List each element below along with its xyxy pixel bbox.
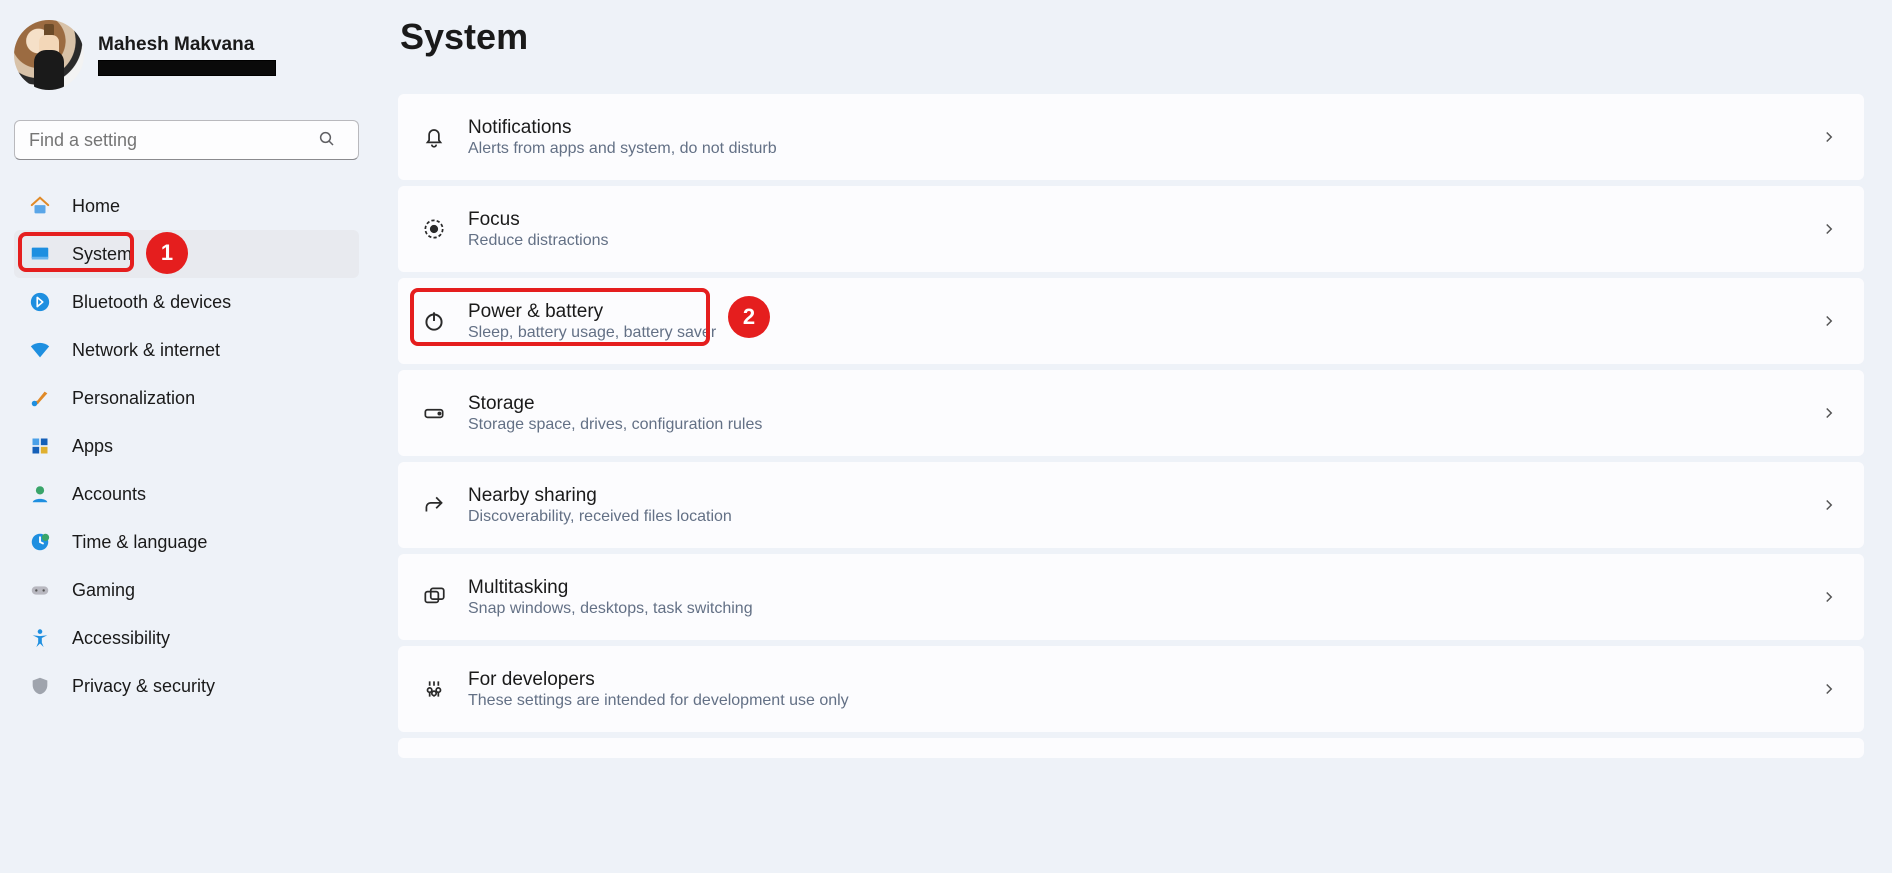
- card-focus[interactable]: Focus Reduce distractions: [398, 186, 1864, 272]
- card-subtitle: These settings are intended for developm…: [468, 692, 1820, 710]
- card-subtitle: Snap windows, desktops, task switching: [468, 600, 1820, 618]
- card-title: Nearby sharing: [468, 484, 1820, 508]
- focus-icon: [418, 213, 450, 245]
- page-title: System: [400, 16, 1864, 58]
- profile-name: Mahesh Makvana: [98, 34, 276, 56]
- bluetooth-icon: [28, 290, 52, 314]
- sidebar-item-network[interactable]: Network & internet: [14, 326, 366, 374]
- annotation-badge-1: 1: [146, 232, 188, 274]
- sidebar-item-label: Home: [72, 196, 120, 217]
- card-nearby-sharing[interactable]: Nearby sharing Discoverability, received…: [398, 462, 1864, 548]
- sidebar-item-accessibility[interactable]: Accessibility: [14, 614, 366, 662]
- brush-icon: [28, 386, 52, 410]
- wifi-icon: [28, 338, 52, 362]
- sidebar-item-personalization[interactable]: Personalization: [14, 374, 366, 422]
- sidebar-item-accounts[interactable]: Accounts: [14, 470, 366, 518]
- card-for-developers[interactable]: For developers These settings are intend…: [398, 646, 1864, 732]
- sidebar-item-label: Accounts: [72, 484, 146, 505]
- card-title: Storage: [468, 392, 1820, 416]
- share-icon: [418, 489, 450, 521]
- card-subtitle: Alerts from apps and system, do not dist…: [468, 140, 1820, 158]
- clock-globe-icon: [28, 530, 52, 554]
- search-input[interactable]: [14, 120, 359, 160]
- sidebar-item-label: Time & language: [72, 532, 207, 553]
- sidebar: Mahesh Makvana Home System Bluetooth &: [0, 0, 380, 873]
- sidebar-item-label: Privacy & security: [72, 676, 215, 697]
- card-title: Focus: [468, 208, 1820, 232]
- sidebar-item-apps[interactable]: Apps: [14, 422, 366, 470]
- profile-block[interactable]: Mahesh Makvana: [14, 14, 366, 102]
- card-title: Multitasking: [468, 576, 1820, 600]
- storage-icon: [418, 397, 450, 429]
- card-storage[interactable]: Storage Storage space, drives, configura…: [398, 370, 1864, 456]
- gamepad-icon: [28, 578, 52, 602]
- sidebar-item-privacy[interactable]: Privacy & security: [14, 662, 366, 710]
- chevron-right-icon: [1820, 588, 1838, 606]
- card-notifications[interactable]: Notifications Alerts from apps and syste…: [398, 94, 1864, 180]
- sidebar-item-label: Bluetooth & devices: [72, 292, 231, 313]
- annotation-badge-2: 2: [728, 296, 770, 338]
- avatar: [14, 20, 84, 90]
- card-subtitle: Discoverability, received files location: [468, 508, 1820, 526]
- card-subtitle: Reduce distractions: [468, 232, 1820, 250]
- annotation-box-1: [18, 232, 134, 272]
- apps-icon: [28, 434, 52, 458]
- sidebar-item-label: Apps: [72, 436, 113, 457]
- bell-icon: [418, 121, 450, 153]
- sidebar-item-label: Network & internet: [72, 340, 220, 361]
- main-content: System Notifications Alerts from apps an…: [380, 0, 1892, 873]
- card-title: For developers: [468, 668, 1820, 692]
- chevron-right-icon: [1820, 312, 1838, 330]
- card-title: Notifications: [468, 116, 1820, 140]
- sidebar-item-gaming[interactable]: Gaming: [14, 566, 366, 614]
- chevron-right-icon: [1820, 220, 1838, 238]
- shield-icon: [28, 674, 52, 698]
- card-subtitle: Storage space, drives, configuration rul…: [468, 416, 1820, 434]
- sidebar-item-label: Accessibility: [72, 628, 170, 649]
- search-wrap: [14, 120, 366, 160]
- multitask-icon: [418, 581, 450, 613]
- sidebar-item-bluetooth[interactable]: Bluetooth & devices: [14, 278, 366, 326]
- profile-email-redacted: [98, 60, 276, 76]
- chevron-right-icon: [1820, 404, 1838, 422]
- annotation-box-2: [410, 288, 710, 346]
- person-icon: [28, 482, 52, 506]
- chevron-right-icon: [1820, 496, 1838, 514]
- sidebar-item-time-language[interactable]: Time & language: [14, 518, 366, 566]
- card-multitasking[interactable]: Multitasking Snap windows, desktops, tas…: [398, 554, 1864, 640]
- sidebar-item-home[interactable]: Home: [14, 182, 366, 230]
- sidebar-item-label: Personalization: [72, 388, 195, 409]
- home-icon: [28, 194, 52, 218]
- chevron-right-icon: [1820, 128, 1838, 146]
- chevron-right-icon: [1820, 680, 1838, 698]
- sidebar-item-label: Gaming: [72, 580, 135, 601]
- settings-card-list: Notifications Alerts from apps and syste…: [398, 94, 1864, 758]
- developer-icon: [418, 673, 450, 705]
- search-icon[interactable]: [318, 130, 338, 150]
- sidebar-nav: Home System Bluetooth & devices Network …: [14, 182, 366, 710]
- accessibility-icon: [28, 626, 52, 650]
- card-partial-next[interactable]: [398, 738, 1864, 758]
